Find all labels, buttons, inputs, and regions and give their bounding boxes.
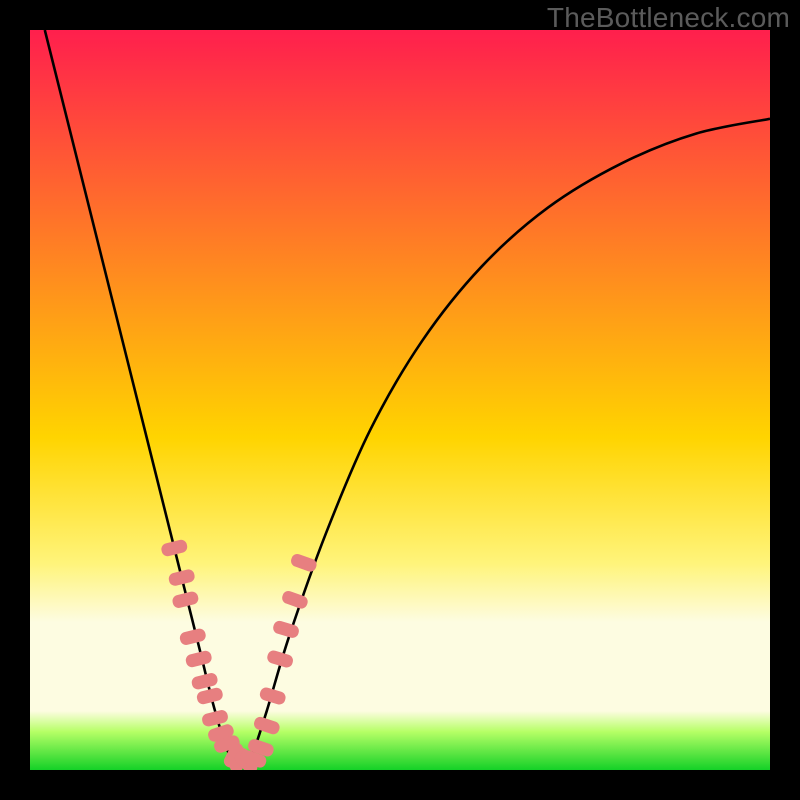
curve-marker xyxy=(160,539,188,558)
curve-marker xyxy=(190,672,218,691)
curve-marker xyxy=(272,619,301,639)
curve-marker xyxy=(196,687,224,706)
curve-marker xyxy=(252,715,281,736)
chart-frame: TheBottleneck.com xyxy=(0,0,800,800)
curve-marker xyxy=(171,590,199,609)
curve-marker xyxy=(289,552,318,573)
chart-svg xyxy=(30,30,770,770)
bottleneck-curve xyxy=(45,30,770,763)
curve-marker xyxy=(185,650,213,669)
watermark-text: TheBottleneck.com xyxy=(547,2,790,34)
curve-marker xyxy=(179,627,207,646)
plot-area xyxy=(30,30,770,770)
curve-marker xyxy=(168,568,196,587)
